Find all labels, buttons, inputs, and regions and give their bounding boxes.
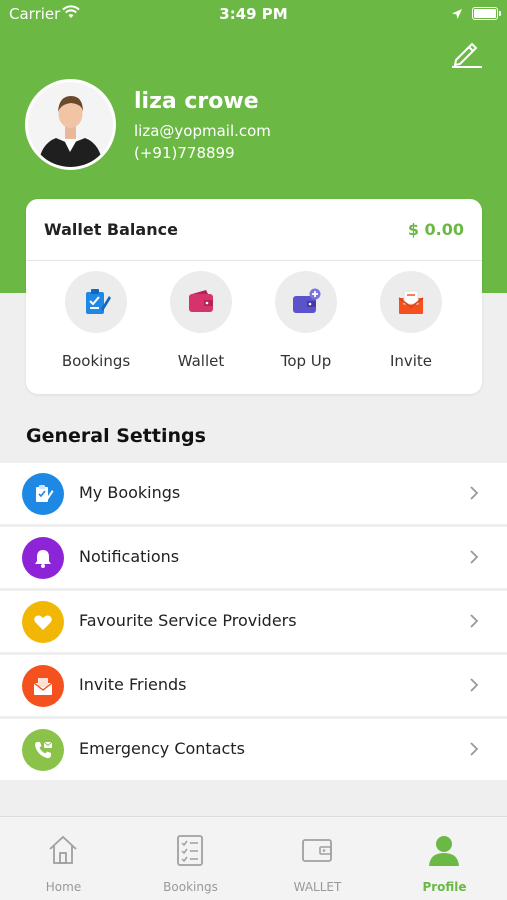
clipboard-icon <box>22 473 64 515</box>
wallet-icon <box>170 271 232 333</box>
envelope-icon <box>22 665 64 707</box>
wallet-card: Wallet Balance $ 0.00 Bookings Wallet To… <box>26 199 482 394</box>
settings-item-label: Emergency Contacts <box>79 739 245 758</box>
chevron-right-icon <box>470 742 479 756</box>
quick-action-label: Top Up <box>280 352 332 370</box>
settings-item-my-bookings[interactable]: My Bookings <box>0 463 507 524</box>
chevron-right-icon <box>470 678 479 692</box>
envelope-icon <box>380 271 442 333</box>
wallet-icon <box>302 839 332 862</box>
status-bar: Carrier 3:49 PM <box>0 0 507 30</box>
chevron-right-icon <box>470 550 479 564</box>
quick-action-label: Wallet <box>177 352 225 370</box>
settings-item-label: Favourite Service Providers <box>79 611 297 630</box>
quick-action-label: Invite <box>389 352 433 370</box>
divider <box>26 260 482 261</box>
tab-label: Profile <box>422 880 467 894</box>
tab-bookings[interactable]: Bookings <box>127 817 254 900</box>
profile-email: liza@yopmail.com <box>134 122 271 140</box>
quick-action-bookings[interactable]: Bookings <box>51 271 141 370</box>
profile-avatar[interactable] <box>25 79 116 170</box>
quick-action-invite[interactable]: Invite <box>366 271 456 370</box>
heart-icon <box>22 601 64 643</box>
chevron-right-icon <box>470 614 479 628</box>
tab-label: Bookings <box>163 880 218 894</box>
wallet-balance-amount: $ 0.00 <box>407 220 464 239</box>
settings-item-invite-friends[interactable]: Invite Friends <box>0 655 507 716</box>
checklist-icon <box>177 835 203 866</box>
tab-label: WALLET <box>293 880 342 894</box>
top-up-icon <box>275 271 337 333</box>
wallet-balance-label: Wallet Balance <box>44 220 178 239</box>
profile-phone: (+91)778899 <box>134 144 235 162</box>
settings-item-notifications[interactable]: Notifications <box>0 527 507 588</box>
settings-item-label: Notifications <box>79 547 180 566</box>
general-settings-list: My Bookings Notifications Favourite Serv… <box>0 463 507 783</box>
general-settings-heading: General Settings <box>26 425 206 447</box>
bottom-tab-bar: Home Bookings WALLET Profile <box>0 816 507 900</box>
profile-name: liza crowe <box>134 89 259 114</box>
battery-icon <box>472 7 501 20</box>
settings-item-label: Invite Friends <box>79 675 187 694</box>
tab-profile[interactable]: Profile <box>381 817 507 900</box>
location-arrow-icon <box>451 6 463 24</box>
bell-icon <box>22 537 64 579</box>
settings-item-emergency-contacts[interactable]: Emergency Contacts <box>0 719 507 780</box>
pencil-icon <box>452 42 482 68</box>
person-photo-icon <box>28 82 113 167</box>
quick-action-wallet[interactable]: Wallet <box>156 271 246 370</box>
clipboard-icon <box>65 271 127 333</box>
clock-label: 3:49 PM <box>219 5 288 23</box>
tab-home[interactable]: Home <box>0 817 127 900</box>
chevron-right-icon <box>470 486 479 500</box>
settings-item-label: My Bookings <box>79 483 181 502</box>
tab-label: Home <box>45 880 82 894</box>
home-icon <box>49 835 77 864</box>
settings-item-favourite-providers[interactable]: Favourite Service Providers <box>0 591 507 652</box>
quick-action-label: Bookings <box>61 352 131 370</box>
quick-action-top-up[interactable]: Top Up <box>261 271 351 370</box>
edit-profile-button[interactable] <box>450 36 484 70</box>
tab-wallet[interactable]: WALLET <box>254 817 381 900</box>
phone-icon <box>22 729 64 771</box>
person-icon <box>429 836 459 866</box>
